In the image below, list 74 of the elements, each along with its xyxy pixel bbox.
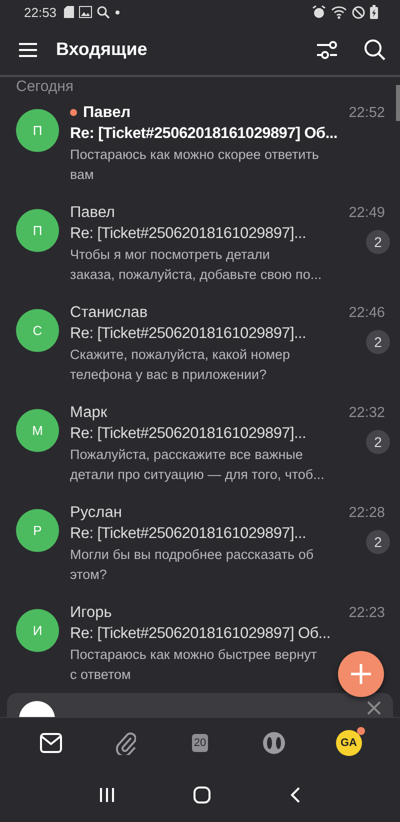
sender-name: Станислав: [70, 304, 148, 322]
message-time: 22:32: [348, 404, 385, 420]
message-item[interactable]: С Станислав 22:46 Re: [Ticket#25062018161029897]... 2 Скажите, пожалуйста, какой номер телефона у вас в приложении?: [0, 302, 400, 402]
message-subject: Re: [Ticket#25062018161029897]...: [70, 525, 306, 543]
calendar-date: 20: [192, 734, 208, 752]
message-subject: Re: [Ticket#25062018161029897]...: [70, 425, 306, 443]
search-icon[interactable]: [364, 38, 386, 60]
sender-name: Павел: [83, 104, 131, 122]
sender-name: Марк: [70, 404, 108, 422]
screen-title: Входящие: [56, 39, 148, 60]
thread-count: 2: [366, 330, 390, 354]
message-time: 22:52: [348, 104, 385, 120]
tab[interactable]: 20: [180, 734, 220, 752]
dot-icon: [114, 10, 120, 14]
message-subject: Re: [Ticket#25062018161029897] Об...: [70, 125, 338, 143]
avatar: Р: [16, 509, 59, 552]
plus-icon: [350, 663, 372, 685]
message-preview: Чтобы я мог посмотреть детали: [70, 246, 270, 264]
message-preview: заказа, пожалуйста, добавьте свою по...: [70, 266, 322, 284]
home-icon[interactable]: [193, 786, 211, 804]
message-preview: с ответом: [70, 666, 131, 684]
message-time: 22:23: [348, 604, 385, 620]
avatar: П: [16, 109, 59, 152]
tab[interactable]: GA: [328, 730, 369, 756]
sender-name: Павел: [70, 204, 115, 222]
message-time: 22:46: [348, 304, 385, 320]
message-preview: вам: [70, 166, 94, 184]
close-icon[interactable]: [367, 701, 381, 715]
message-item[interactable]: М Марк 22:32 Re: [Ticket#25062018161029897]... 2 Пожалуйста, расскажите все важные детали про ситуацию — для того, чтоб...: [0, 402, 400, 502]
message-preview: Скажите, пожалуйста, какой номер: [70, 346, 290, 364]
message-subject: Re: [Ticket#25062018161029897]...: [70, 325, 306, 343]
thread-count: 2: [366, 430, 390, 454]
message-item[interactable]: П Павел 22:52 Re: [Ticket#25062018161029897] Об... Постараюсь как можно скорее ответить вам: [0, 102, 400, 202]
image-icon: [78, 6, 92, 18]
do-not-disturb-icon: [352, 6, 365, 18]
message-preview: Пожалуйста, расскажите все важные: [70, 446, 303, 464]
message-preview: этом?: [70, 566, 107, 584]
thread-count: 2: [366, 230, 390, 254]
message-preview: Постараюсь как можно быстрее вернут: [70, 646, 317, 664]
envelope-icon: [40, 733, 62, 753]
alarm-icon: [312, 5, 326, 19]
message-preview: детали про ситуацию — для того, чтоб...: [70, 466, 324, 484]
message-time: 22:49: [348, 204, 385, 220]
message-preview: Могли бы вы подробнее рассказать об: [70, 546, 314, 564]
thread-count: 2: [366, 530, 390, 554]
message-item[interactable]: И Игорь 22:23 Re: [Ticket#25062018161029897] Об... Постараюсь как можно быстрее вернут с ответом: [0, 602, 400, 688]
scrollbar: [396, 85, 400, 121]
sender-name: Руслан: [70, 504, 122, 522]
filter-icon[interactable]: [316, 40, 338, 60]
telemost-icon: [262, 731, 286, 755]
floating-compose-button[interactable]: [338, 651, 384, 697]
battery-icon: [370, 5, 378, 19]
avatar: М: [16, 409, 59, 452]
sender-name: Игорь: [70, 604, 112, 622]
avatar: И: [16, 609, 59, 652]
section-header: Сегодня: [15, 77, 74, 97]
message-preview: телефона у вас в приложении?: [70, 366, 267, 384]
message-item[interactable]: П Павел 22:49 Re: [Ticket#25062018161029897]... 2 Чтобы я мог посмотреть детали заказа, пожалуйста, добавьте свою по...: [0, 202, 400, 302]
status-time: 22:53: [24, 4, 57, 20]
wifi-icon: [331, 6, 347, 18]
menu-icon[interactable]: [18, 42, 38, 58]
sd-card-icon: [64, 6, 74, 18]
profile-avatar: GA: [336, 730, 362, 756]
message-subject: Re: [Ticket#25062018161029897] Об...: [70, 625, 330, 643]
message-subject: Re: [Ticket#25062018161029897]...: [70, 225, 306, 243]
message-item[interactable]: Р Руслан 22:28 Re: [Ticket#25062018161029897]... 2 Могли бы вы подробнее рассказать об этом?: [0, 502, 400, 602]
avatar: П: [16, 209, 59, 252]
paperclip-icon: [116, 731, 136, 755]
back-icon[interactable]: [289, 786, 301, 804]
search-icon: [96, 6, 110, 18]
recent-apps-icon[interactable]: [99, 787, 115, 803]
message-time: 22:28: [348, 504, 385, 520]
message-preview: Постараюсь как можно скорее ответить: [70, 146, 319, 164]
avatar: С: [16, 309, 59, 352]
